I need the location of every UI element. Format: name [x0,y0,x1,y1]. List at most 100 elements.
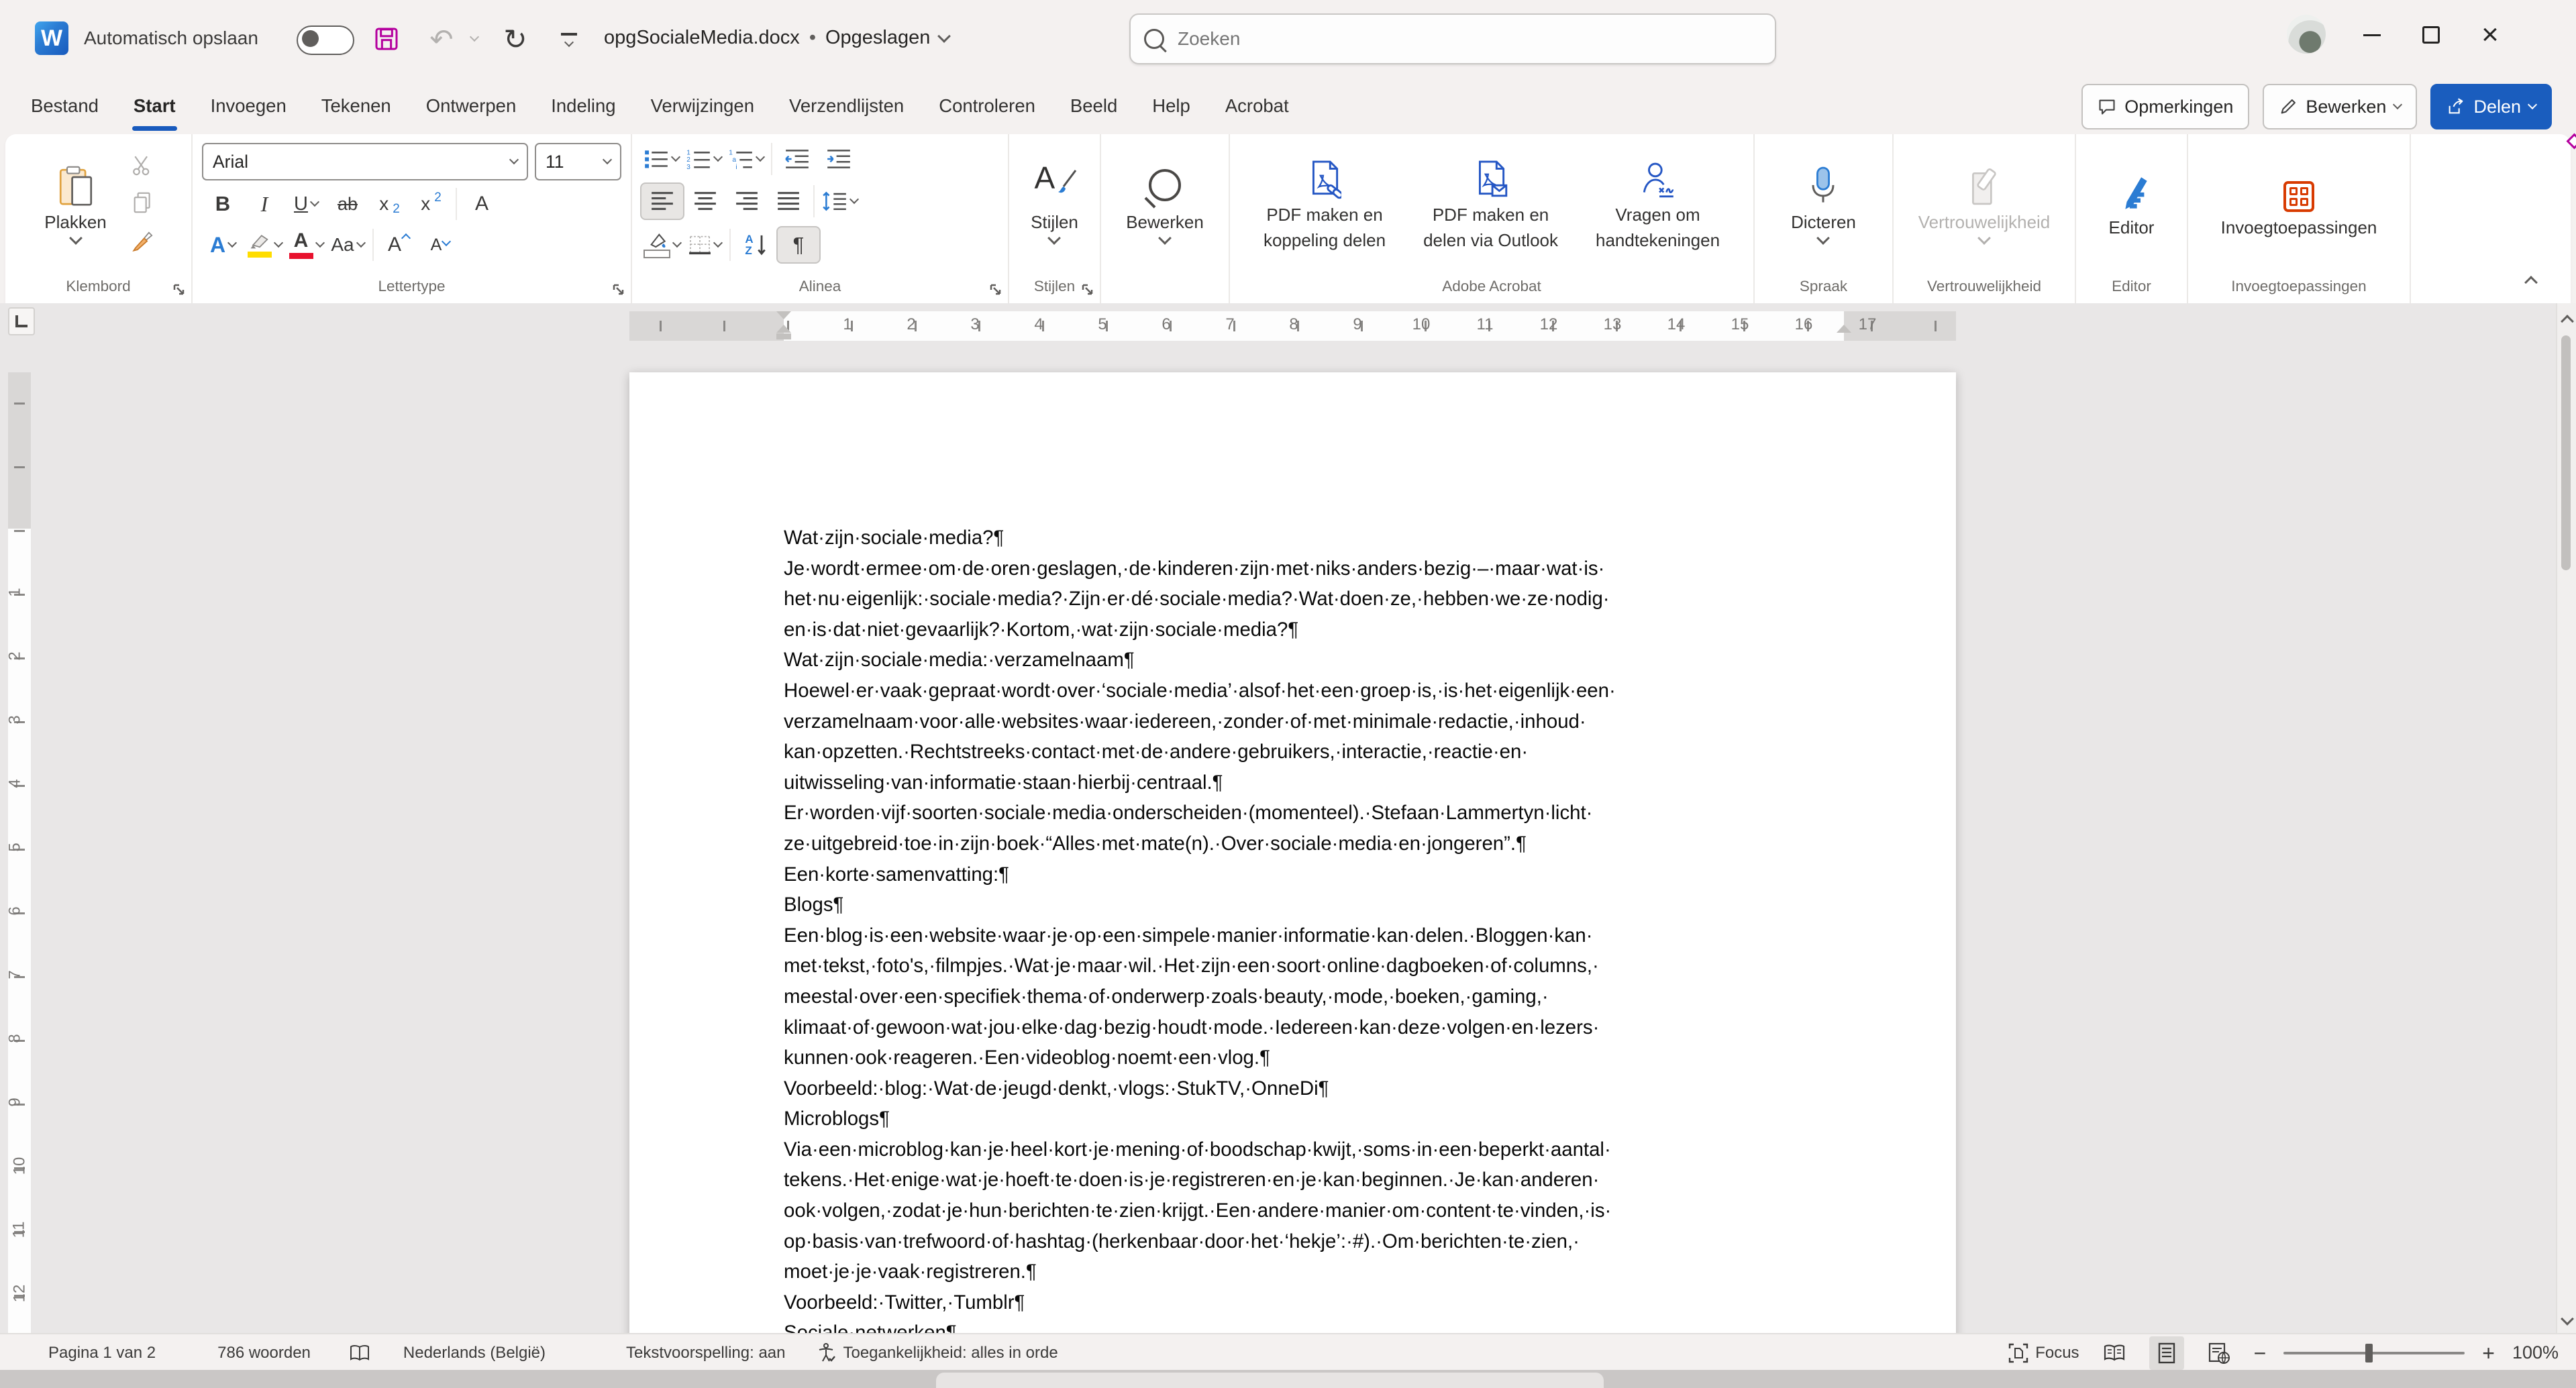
pdf-create-share-link-button[interactable]: PDF maken en koppeling delen [1253,150,1396,256]
text-effects-button[interactable]: A [202,227,244,262]
document-line[interactable]: verzamelnaam·voor·alle·websites·waar·ied… [784,706,1857,737]
document-line[interactable]: Voorbeeld:·blog:·Wat·de·jeugd·denkt,·vlo… [784,1073,1857,1104]
language-indicator[interactable]: Nederlands (België) [403,1344,546,1363]
focus-mode-button[interactable]: Focus [2008,1343,2079,1363]
document-line[interactable]: uitwisseling·van·informatie·staan·hierbi… [784,767,1857,798]
document-title[interactable]: opgSocialeMedia.docx • Opgeslagen [604,27,949,49]
search-box[interactable] [1129,13,1776,64]
avatar[interactable] [2287,15,2326,54]
document-line[interactable]: ze·uitgebreid·toe·in·zijn·boek·“Alles·me… [784,829,1857,859]
vertical-scrollbar[interactable] [2556,303,2576,1333]
tab-stop-selector[interactable] [8,307,35,335]
shrink-font-button[interactable]: A [419,227,461,262]
superscript-button[interactable]: x2 [410,186,452,221]
document-line[interactable]: meestal·over·een·specifiek·thema·of·onde… [784,981,1857,1012]
document-line[interactable]: Wat·zijn·sociale·media?¶ [784,523,1857,553]
right-indent-marker[interactable] [1837,325,1851,333]
document-line[interactable]: moet·je·je·vaak·registreren.¶ [784,1257,1857,1287]
line-spacing-button[interactable] [819,184,861,219]
document-line[interactable]: en·is·dat·niet·gevaarlijk?·Kortom,·wat·z… [784,615,1857,645]
format-painter-button[interactable] [121,223,163,258]
show-formatting-marks-button[interactable]: ¶ [776,226,821,264]
document-line[interactable]: Hoewel·er·vaak·gepraat·wordt·over·‘socia… [784,676,1857,706]
document-line[interactable]: ook·volgen,·zodat·je·hun·berichten·te·zi… [784,1195,1857,1226]
justify-button[interactable] [768,184,809,219]
document-line[interactable]: Wat·zijn·sociale·media:·verzamelnaam¶ [784,645,1857,676]
font-dialog-launcher[interactable] [612,283,625,297]
tab-start[interactable]: Start [116,77,193,134]
styles-button[interactable]: A Stijlen [1020,157,1089,248]
text-prediction-indicator[interactable]: Tekstvoorspelling: aan [626,1344,785,1363]
scroll-up-arrow[interactable] [2561,315,2574,328]
tab-tekenen[interactable]: Tekenen [304,77,409,134]
zoom-slider-thumb[interactable] [2365,1344,2373,1363]
document-line[interactable]: het·nu·eigenlijk:·sociale·media?·Zijn·er… [784,584,1857,615]
document-line[interactable]: Microblogs¶ [784,1104,1857,1134]
document-line[interactable]: Via·een·microblog·kan·je·heel·kort·je·me… [784,1134,1857,1165]
zoom-out-button[interactable]: − [2254,1342,2267,1364]
document-line[interactable]: Sociale·netwerken¶ [784,1318,1857,1333]
document-line[interactable]: Je·wordt·ermee·om·de·oren·geslagen,·de·k… [784,553,1857,584]
strikethrough-button[interactable]: ab [327,186,368,221]
document-line[interactable]: Er·worden·vijf·soorten·sociale·media·ond… [784,798,1857,829]
minimize-button[interactable] [2349,13,2395,56]
tab-acrobat[interactable]: Acrobat [1208,77,1306,134]
sort-button[interactable]: AZ [735,227,776,262]
align-center-button[interactable] [684,184,726,219]
hanging-indent-marker[interactable] [776,325,791,339]
tab-help[interactable]: Help [1135,77,1208,134]
first-line-indent-marker[interactable] [776,311,791,319]
close-button[interactable]: × [2467,13,2514,56]
paste-button[interactable]: Plakken [34,157,117,248]
shading-button[interactable] [640,227,684,262]
zoom-level[interactable]: 100% [2512,1342,2559,1363]
numbering-button[interactable]: 1 2 3 [682,142,725,176]
tab-invoegen[interactable]: Invoegen [193,77,304,134]
document-line[interactable]: Een·blog·is·een·website·waar·je·op·een·s… [784,920,1857,951]
borders-button[interactable] [684,227,725,262]
clear-formatting-button[interactable]: A [461,186,503,221]
subscript-button[interactable]: x2 [368,186,410,221]
addins-button[interactable]: Invoegtoepassingen [2210,162,2388,243]
align-left-button[interactable] [640,182,684,220]
share-button[interactable]: Delen [2430,84,2552,129]
tab-bestand[interactable]: Bestand [13,77,116,134]
vertical-ruler[interactable]: 123456789101112 [8,340,31,1333]
editing-mode-button[interactable]: Bewerken [2263,84,2417,129]
cut-button[interactable] [121,148,163,182]
underline-button[interactable]: U [285,186,327,221]
undo-dropdown[interactable] [464,20,484,58]
tab-beeld[interactable]: Beeld [1053,77,1135,134]
tab-verzendlijsten[interactable]: Verzendlijsten [772,77,921,134]
bold-button[interactable]: B [202,186,244,221]
autosave-toggle[interactable] [297,25,354,55]
multilevel-list-button[interactable]: 1 a i [725,142,767,176]
read-mode-button[interactable] [2097,1336,2132,1370]
word-count[interactable]: 786 woorden [217,1344,311,1363]
highlight-button[interactable] [244,227,285,262]
paragraph-dialog-launcher[interactable] [989,283,1002,297]
clipboard-dialog-launcher[interactable] [172,283,186,297]
document-line[interactable]: Blogs¶ [784,890,1857,920]
font-family-combo[interactable]: Arial [202,143,528,180]
proofing-status[interactable] [350,1344,370,1362]
document-line[interactable]: kan·opzetten.·Rechtstreeks·contact·met·d… [784,737,1857,767]
print-layout-button[interactable] [2149,1336,2184,1370]
word-app-icon[interactable]: W [35,21,68,55]
accessibility-status[interactable]: Toegankelijkheid: alles in orde [817,1343,1058,1363]
save-button[interactable] [368,20,405,58]
web-layout-button[interactable] [2202,1336,2236,1370]
align-right-button[interactable] [726,184,768,219]
zoom-slider[interactable] [2283,1352,2465,1354]
page-indicator[interactable]: Pagina 1 van 2 [48,1344,156,1363]
document-line[interactable]: tekens.·Het·enige·wat·je·hoeft·te·doen·i… [784,1165,1857,1195]
copy-button[interactable] [121,185,163,220]
pdf-share-outlook-button[interactable]: PDF maken en delen via Outlook [1412,150,1569,256]
request-signatures-button[interactable]: Vragen om handtekeningen [1585,150,1731,256]
tab-indeling[interactable]: Indeling [533,77,633,134]
tab-ontwerpen[interactable]: Ontwerpen [409,77,534,134]
document-text[interactable]: Wat·zijn·sociale·media?¶Je·wordt·ermee·o… [784,523,1857,1333]
italic-button[interactable]: I [244,186,285,221]
collapse-ribbon-button[interactable] [2524,276,2538,289]
document-line[interactable]: Voorbeeld:·Twitter,·Tumblr¶ [784,1287,1857,1318]
